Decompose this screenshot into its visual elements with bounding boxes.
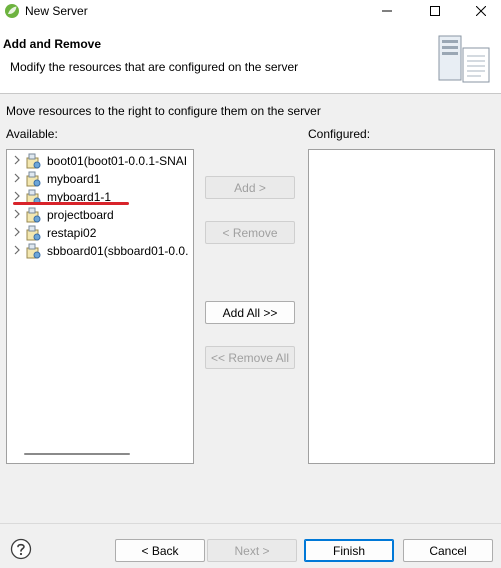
chevron-right-icon bbox=[14, 209, 20, 219]
chevron-right-icon bbox=[14, 173, 20, 183]
annotation-underline bbox=[13, 202, 129, 205]
tree-item-label: sbboard01(sbboard01-0.0. bbox=[47, 244, 189, 258]
back-button[interactable]: < Back bbox=[115, 539, 205, 562]
project-icon bbox=[26, 225, 41, 241]
configured-list[interactable] bbox=[308, 149, 495, 464]
tree-item[interactable]: restapi02 bbox=[7, 224, 193, 242]
window-title: New Server bbox=[25, 4, 88, 18]
chevron-right-icon bbox=[14, 191, 20, 201]
cancel-button[interactable]: Cancel bbox=[403, 539, 493, 562]
chevron-right-icon bbox=[14, 245, 20, 255]
next-button[interactable]: Next > bbox=[207, 539, 297, 562]
tree-item[interactable]: myboard1 bbox=[7, 170, 193, 188]
chevron-right-icon bbox=[14, 155, 20, 165]
server-icon bbox=[438, 35, 490, 83]
tree-item-label: restapi02 bbox=[47, 226, 97, 240]
tree-item[interactable]: projectboard bbox=[7, 206, 193, 224]
maximize-icon bbox=[430, 6, 440, 16]
tree-item-label: myboard1 bbox=[47, 172, 101, 186]
close-button[interactable] bbox=[458, 0, 501, 22]
project-icon bbox=[26, 243, 41, 259]
project-icon bbox=[26, 153, 41, 169]
available-label: Available: bbox=[6, 127, 58, 141]
tree-item-label: projectboard bbox=[47, 208, 114, 222]
horizontal-scrollbar[interactable] bbox=[10, 446, 184, 462]
available-tree[interactable]: boot01(boot01-0.0.1-SNAI myboard1 myboar… bbox=[6, 149, 194, 464]
remove-all-button[interactable]: << Remove All bbox=[205, 346, 295, 369]
chevron-right-icon bbox=[14, 227, 20, 237]
configured-label: Configured: bbox=[308, 127, 371, 141]
app-icon bbox=[5, 4, 19, 18]
close-icon bbox=[476, 6, 486, 16]
page-title: Add and Remove bbox=[3, 37, 102, 51]
minimize-icon bbox=[382, 10, 392, 12]
tree-item[interactable]: boot01(boot01-0.0.1-SNAI bbox=[7, 152, 193, 170]
wizard-banner: Add and Remove Modify the resources that… bbox=[0, 22, 501, 94]
tree-item[interactable]: sbboard01(sbboard01-0.0. bbox=[7, 242, 193, 260]
remove-button[interactable]: < Remove bbox=[205, 221, 295, 244]
add-all-button[interactable]: Add All >> bbox=[205, 301, 295, 324]
page-description: Modify the resources that are configured… bbox=[10, 60, 299, 74]
scrollbar-thumb[interactable] bbox=[24, 453, 130, 455]
minimize-button[interactable] bbox=[364, 0, 410, 22]
title-bar: New Server bbox=[0, 0, 501, 22]
maximize-button[interactable] bbox=[412, 0, 458, 22]
question-mark-icon[interactable] bbox=[10, 538, 32, 560]
add-button[interactable]: Add > bbox=[205, 176, 295, 199]
finish-button[interactable]: Finish bbox=[304, 539, 394, 562]
tree-item-label: boot01(boot01-0.0.1-SNAI bbox=[47, 154, 188, 168]
project-icon bbox=[26, 171, 41, 187]
instruction-text: Move resources to the right to configure… bbox=[6, 104, 321, 118]
project-icon bbox=[26, 207, 41, 223]
footer-divider bbox=[0, 523, 501, 524]
